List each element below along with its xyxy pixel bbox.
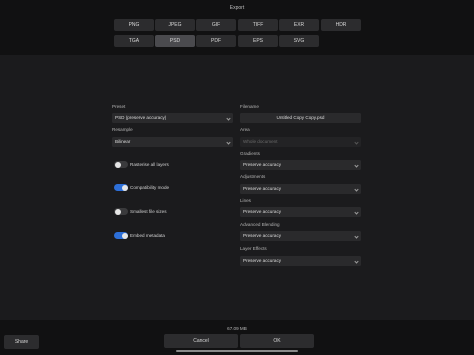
layer-effects-label: Layer Effects <box>240 246 267 251</box>
area-label: Area <box>240 127 250 132</box>
adjustments-dropdown[interactable]: Preserve accuracy <box>240 184 361 194</box>
smallest-file-label: Smallest file sizes <box>130 209 167 214</box>
chevron-down-icon <box>354 186 359 192</box>
area-dropdown: Whole document <box>240 137 361 147</box>
gradients-label: Gradients <box>240 151 260 156</box>
resample-label: Resample <box>112 127 133 132</box>
advanced-blending-dropdown[interactable]: Preserve accuracy <box>240 231 361 241</box>
preset-dropdown[interactable]: PSD (preserve accuracy) <box>112 113 233 123</box>
preset-value: PSD (preserve accuracy) <box>115 115 167 120</box>
format-tiff-button[interactable]: TIFF <box>238 19 278 31</box>
format-tga-button[interactable]: TGA <box>114 35 154 47</box>
resample-dropdown[interactable]: Bilinear <box>112 137 233 147</box>
area-value: Whole document <box>243 139 278 144</box>
smallest-file-toggle[interactable] <box>114 208 128 215</box>
preset-label: Preset <box>112 104 126 109</box>
format-hdr-button[interactable]: HDR <box>321 19 361 31</box>
file-size-text: 67.09 MB <box>227 326 247 331</box>
share-button[interactable]: Share <box>4 335 39 349</box>
toggle-knob <box>121 184 128 191</box>
chevron-down-icon <box>354 139 359 145</box>
format-pdf-button[interactable]: PDF <box>196 35 236 47</box>
format-svg-button[interactable]: SVG <box>279 35 319 47</box>
compatibility-toggle[interactable] <box>114 184 128 191</box>
lines-label: Lines <box>240 198 251 203</box>
gradients-dropdown[interactable]: Preserve accuracy <box>240 160 361 170</box>
home-indicator <box>176 350 298 352</box>
chevron-down-icon <box>354 233 359 239</box>
embed-metadata-label: Embed metadata <box>130 233 165 238</box>
format-jpeg-button[interactable]: JPEG <box>155 19 195 31</box>
format-png-button[interactable]: PNG <box>114 19 154 31</box>
layer-effects-value: Preserve accuracy <box>243 258 282 263</box>
lines-value: Preserve accuracy <box>243 209 282 214</box>
rasterise-label: Rasterise all layers <box>130 162 169 167</box>
adjustments-value: Preserve accuracy <box>243 186 282 191</box>
chevron-down-icon <box>354 209 359 215</box>
compatibility-label: Compatibility mode <box>130 185 170 190</box>
advanced-blending-label: Advanced Blending <box>240 222 280 227</box>
filename-field[interactable]: Untitled Copy Copy.psd <box>240 113 361 123</box>
format-psd-button[interactable]: PSD <box>155 35 195 47</box>
filename-label: Filename <box>240 104 259 109</box>
format-eps-button[interactable]: EPS <box>238 35 278 47</box>
gradients-value: Preserve accuracy <box>243 162 282 167</box>
toggle-knob <box>114 161 121 168</box>
chevron-down-icon <box>354 258 359 264</box>
rasterise-toggle[interactable] <box>114 161 128 168</box>
chevron-down-icon <box>226 115 231 121</box>
dialog-title: Export <box>229 5 245 11</box>
format-exr-button[interactable]: EXR <box>279 19 319 31</box>
format-gif-button[interactable]: GIF <box>196 19 236 31</box>
layer-effects-dropdown[interactable]: Preserve accuracy <box>240 256 361 266</box>
resample-value: Bilinear <box>115 139 131 144</box>
advanced-blending-value: Preserve accuracy <box>243 233 282 238</box>
toggle-knob <box>121 232 128 239</box>
embed-metadata-toggle[interactable] <box>114 232 128 239</box>
toggle-knob <box>114 208 121 215</box>
chevron-down-icon <box>226 139 231 145</box>
chevron-down-icon <box>354 162 359 168</box>
lines-dropdown[interactable]: Preserve accuracy <box>240 207 361 217</box>
adjustments-label: Adjustments <box>240 174 266 179</box>
cancel-button[interactable]: Cancel <box>164 334 238 348</box>
ok-button[interactable]: OK <box>240 334 314 348</box>
